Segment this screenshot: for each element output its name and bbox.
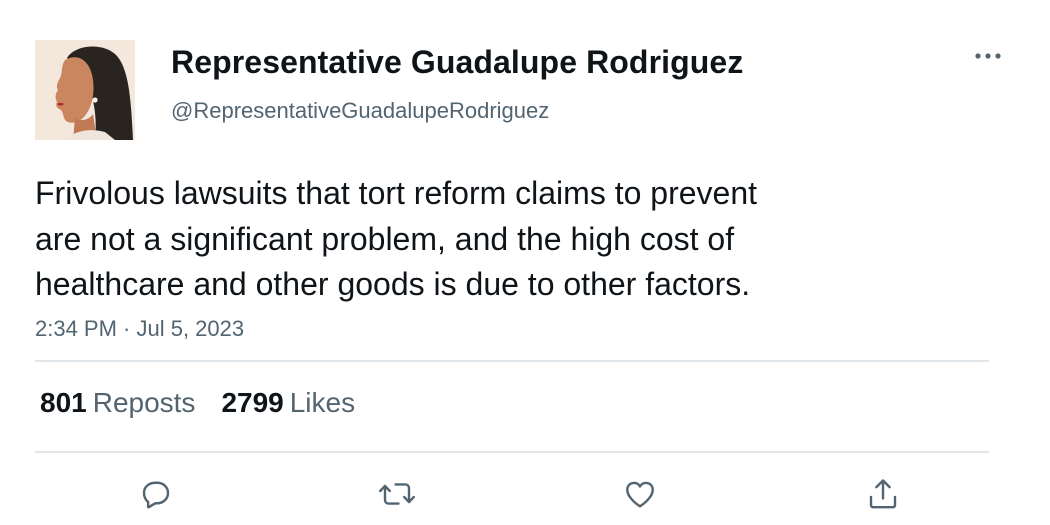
tweet-text-line: Frivolous lawsuits that tort reform clai… [35,175,758,211]
divider [35,360,989,362]
user-handle[interactable]: @RepresentativeGuadalupeRodriguez [171,98,549,124]
reposts-count: 801 [40,387,87,418]
tweet-text-line: healthcare and other goods is due to oth… [35,266,751,302]
share-icon [869,479,897,509]
avatar[interactable] [35,40,135,140]
likes-label: Likes [289,387,356,418]
tweet-text: Frivolous lawsuits that tort reform clai… [35,171,885,308]
tweet-card: Representative Guadalupe Rodriguez @Repr… [0,0,1050,525]
reposts-stat[interactable]: 801 Reposts [40,387,195,419]
share-button[interactable] [861,474,905,514]
divider [35,451,989,453]
repost-button[interactable] [375,474,419,514]
reposts-label: Reposts [92,387,196,418]
likes-stat[interactable]: 2799 Likes [221,387,355,419]
tweet-text-line: are not a significant problem, and the h… [35,220,735,257]
repost-icon [379,483,415,505]
like-button[interactable] [618,474,662,514]
engagement-stats: 801 Reposts 2799 Likes [40,387,355,419]
heart-icon [626,481,654,508]
reply-button[interactable] [134,474,178,514]
avatar-photo [35,40,135,140]
tweet-timestamp[interactable]: 2:34 PM · Jul 5, 2023 [35,316,244,342]
display-name[interactable]: Representative Guadalupe Rodriguez [171,44,743,81]
more-options-icon[interactable] [968,40,1008,70]
reply-icon [142,481,170,509]
likes-count: 2799 [221,387,284,418]
